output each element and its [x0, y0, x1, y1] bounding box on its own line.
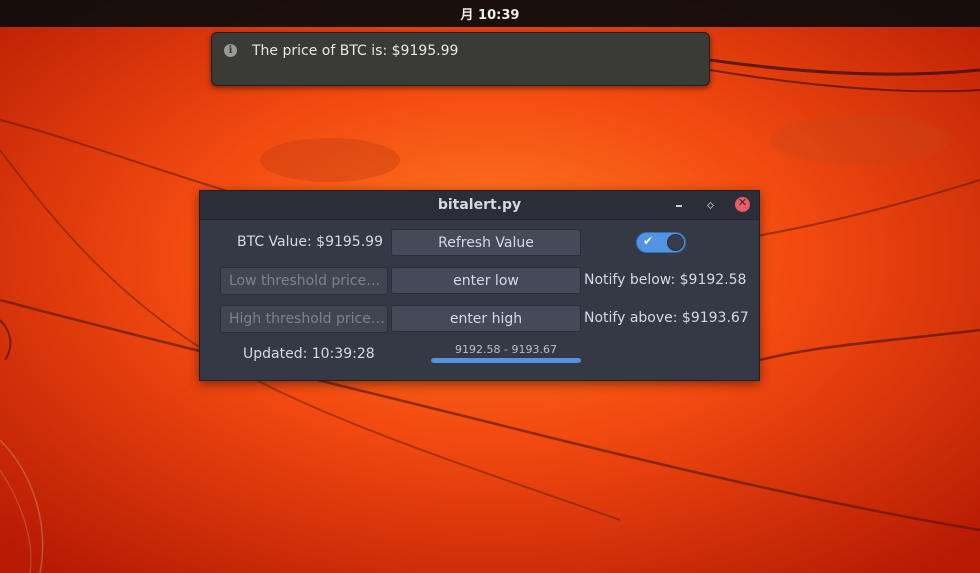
range-progress-fill: [431, 358, 581, 363]
window-titlebar[interactable]: bitalert.py ✕: [200, 191, 759, 220]
updated-time-label: Updated: 10:39:28: [243, 346, 375, 362]
low-threshold-input[interactable]: [220, 267, 388, 295]
btc-value-label: BTC Value: $9195.99: [237, 234, 383, 250]
top-bar: 月 10:39: [0, 0, 980, 27]
notification-banner[interactable]: i The price of BTC is: $9195.99: [211, 32, 710, 86]
refresh-value-button[interactable]: Refresh Value: [391, 229, 581, 256]
close-icon[interactable]: ✕: [735, 196, 750, 212]
notify-below-label: Notify below: $9192.58: [584, 272, 747, 288]
maximize-icon[interactable]: [702, 197, 718, 213]
toggle-knob: [667, 234, 684, 251]
notify-above-label: Notify above: $9193.67: [584, 310, 749, 326]
info-icon: i: [224, 44, 237, 57]
enter-high-button[interactable]: enter high: [391, 305, 581, 332]
notification-message: The price of BTC is: $9195.99: [252, 43, 459, 59]
range-label: 9192.58 - 9193.67: [455, 343, 557, 356]
range-progress-bar: [431, 358, 581, 363]
high-threshold-input[interactable]: [220, 305, 388, 333]
minimize-icon[interactable]: [672, 197, 688, 213]
notify-toggle-switch[interactable]: ✔: [636, 232, 686, 253]
clock[interactable]: 月 10:39: [461, 4, 520, 23]
bitalert-window: bitalert.py ✕ BTC Value: $9195.99 Refres…: [199, 190, 760, 381]
enter-low-button[interactable]: enter low: [391, 267, 581, 294]
check-icon: ✔: [643, 234, 654, 248]
